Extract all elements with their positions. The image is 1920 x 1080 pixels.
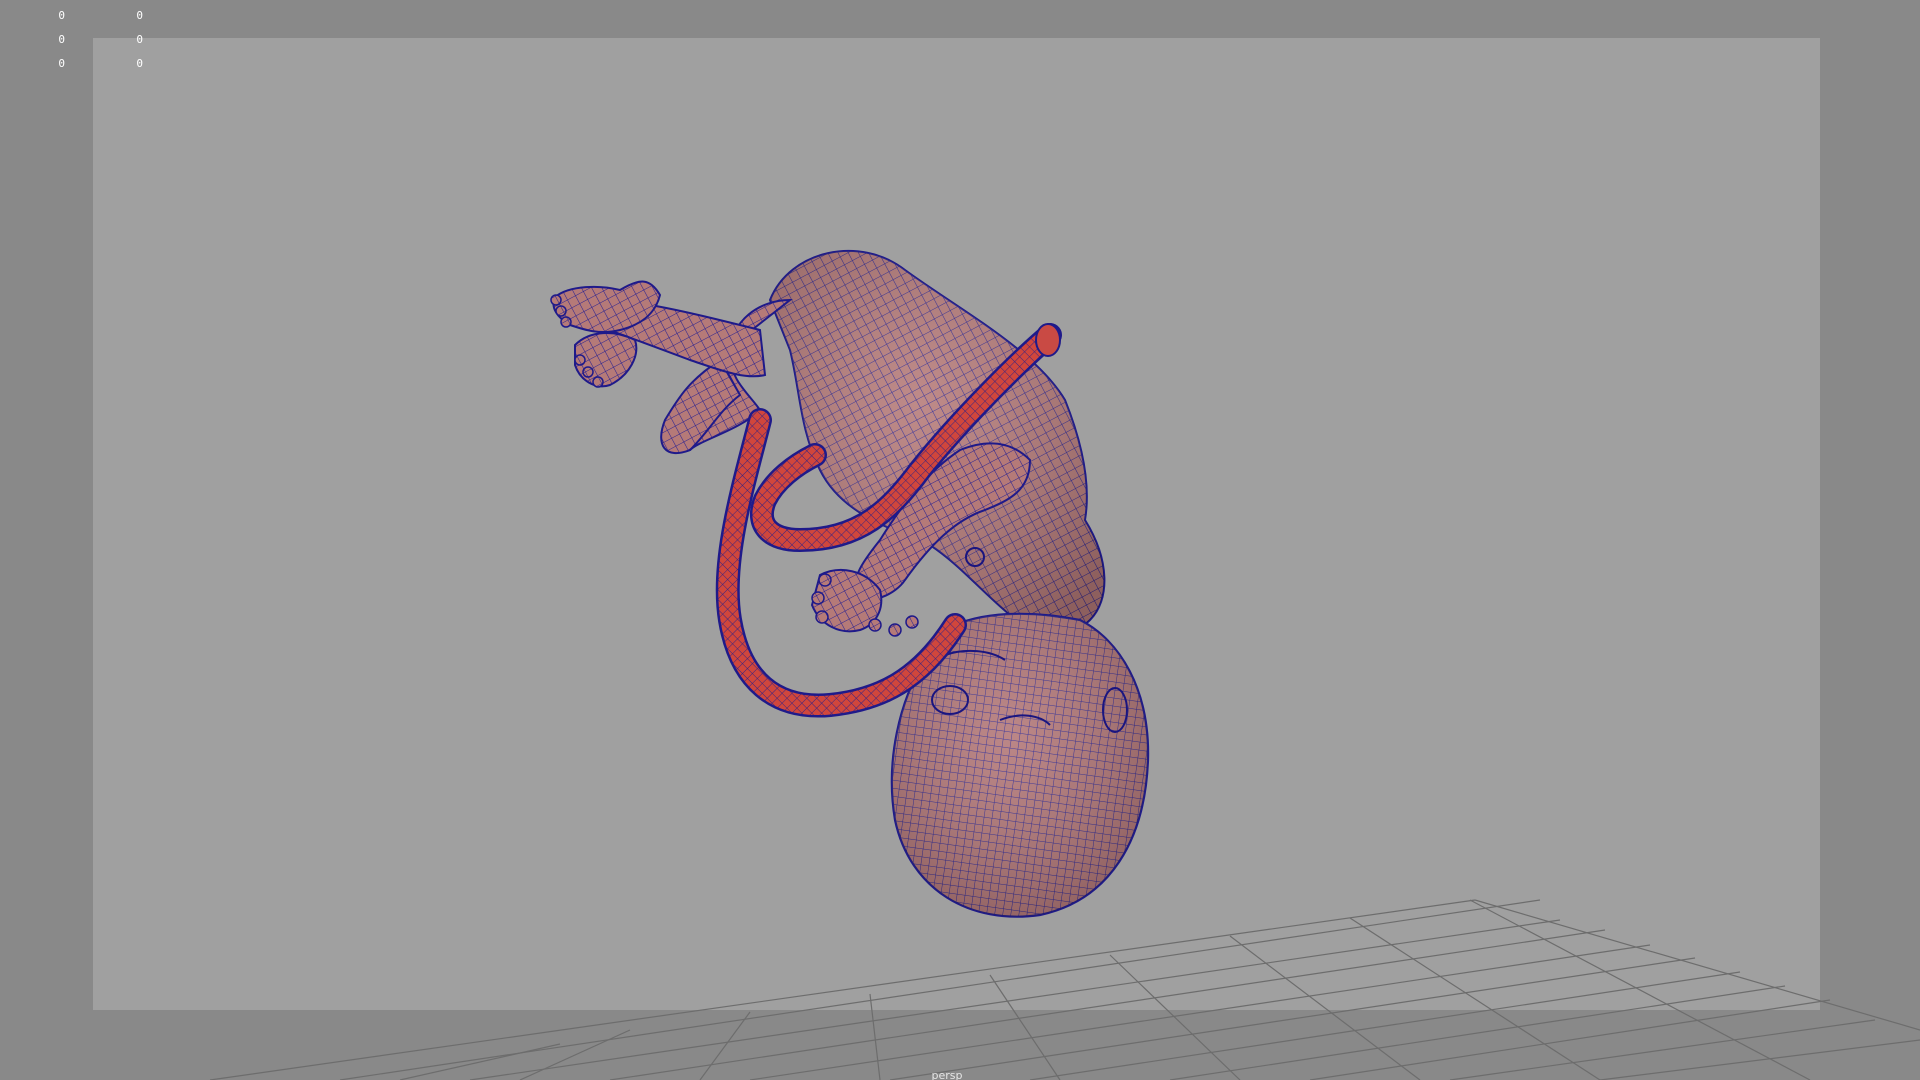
hud-col2-row2: 0 bbox=[136, 33, 143, 46]
hud-col1-row2: 0 bbox=[58, 33, 65, 46]
fetus-mesh[interactable] bbox=[550, 249, 1150, 918]
camera-name-label: persp bbox=[931, 1069, 963, 1080]
hud-col1-row3: 0 bbox=[58, 57, 65, 70]
hud-col2-row1: 0 bbox=[136, 9, 143, 22]
scene-canvas[interactable] bbox=[0, 0, 1920, 1080]
hud-col2-row3: 0 bbox=[136, 57, 143, 70]
hud-col1-row1: 0 bbox=[58, 9, 65, 22]
perspective-viewport[interactable]: 0 0 0 0 0 0 persp bbox=[0, 0, 1920, 1080]
ground-grid bbox=[209, 899, 1920, 1080]
heads-up-display: 0 0 0 0 0 0 bbox=[0, 0, 200, 80]
